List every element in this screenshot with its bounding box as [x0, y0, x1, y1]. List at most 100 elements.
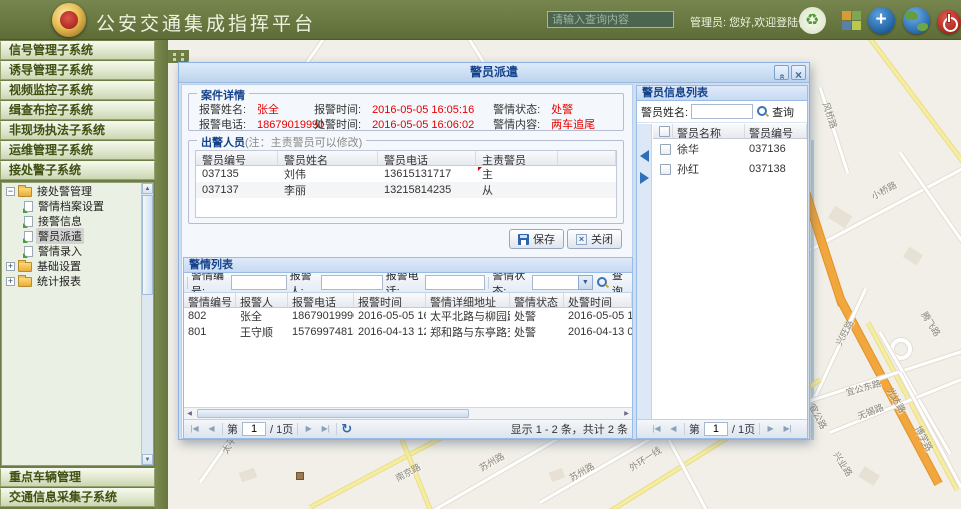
road-label: 腾飞路 [918, 309, 943, 339]
scroll-left-icon[interactable] [184, 409, 195, 419]
caller-name-input[interactable] [321, 275, 383, 290]
save-button[interactable]: 保存 [509, 229, 564, 249]
column-header[interactable]: 报警电话 [288, 293, 354, 307]
close-x-icon [576, 234, 587, 245]
table-row[interactable]: 徐华 037136 [653, 139, 807, 159]
search-icon[interactable] [756, 105, 769, 118]
scroll-down-icon[interactable] [142, 454, 153, 465]
collapse-node-icon[interactable] [6, 187, 15, 196]
refresh-button[interactable] [797, 5, 827, 35]
scroll-up-icon[interactable] [142, 183, 153, 194]
transfer-left-arrow-icon[interactable] [640, 150, 649, 162]
column-header[interactable]: 主责警员 [476, 151, 558, 165]
sidebar-item-operations[interactable]: 运维管理子系统 [0, 141, 155, 160]
scroll-right-icon[interactable] [621, 409, 632, 419]
power-icon [937, 10, 961, 34]
column-header[interactable]: 警员名称 [673, 124, 745, 138]
alert-id-input[interactable] [231, 275, 287, 290]
query-button[interactable]: 查询 [612, 273, 629, 293]
road-label: 风桥路 [820, 100, 841, 130]
column-header-filler [558, 151, 616, 165]
police-badge-icon [52, 3, 86, 37]
alert-status-value[interactable] [532, 275, 578, 290]
close-button[interactable]: 关闭 [567, 229, 622, 249]
logout-button[interactable] [934, 7, 961, 37]
column-header[interactable]: 报警人 [236, 293, 288, 307]
select-all-checkbox[interactable] [659, 126, 670, 137]
caller-phone-input[interactable] [425, 275, 485, 290]
modules-button[interactable] [836, 5, 866, 35]
tree-scrollbar[interactable] [141, 183, 153, 465]
global-search-input[interactable] [547, 11, 674, 28]
refresh-icon[interactable] [341, 422, 352, 436]
expand-node-icon[interactable] [6, 262, 15, 271]
first-page-button[interactable] [650, 422, 663, 436]
last-page-button[interactable] [781, 422, 794, 436]
column-header[interactable]: 警员编号 [196, 151, 278, 165]
expand-node-icon[interactable] [6, 277, 15, 286]
column-header[interactable]: 警情详细地址 [426, 293, 510, 307]
alert-status-select[interactable] [532, 275, 593, 290]
add-button[interactable] [866, 5, 896, 35]
chevron-down-icon[interactable] [578, 275, 593, 290]
field-value: 18679019990 [257, 119, 311, 131]
folder-icon [18, 187, 32, 197]
scrollbar-thumb[interactable] [142, 195, 153, 295]
tree-node-dispatch-mgmt[interactable]: 接处警管理 [2, 184, 137, 198]
sidebar-item-video[interactable]: 视频监控子系统 [0, 81, 155, 100]
paging-separator [222, 423, 223, 435]
column-header[interactable]: 警员电话 [378, 151, 476, 165]
row-checkbox[interactable] [660, 164, 671, 175]
column-header-sorted[interactable]: 警情编号 [184, 293, 236, 307]
sidebar-splitter[interactable] [155, 40, 168, 509]
column-header[interactable]: 警情状态 [510, 293, 564, 307]
cell-modified[interactable]: 主 [476, 166, 558, 182]
column-header[interactable]: 警员姓名 [278, 151, 378, 165]
tree-node-alert-archive[interactable]: 警情档案设置 [2, 199, 137, 213]
table-row[interactable]: 037135 刘伟 13615131717 主 [196, 166, 616, 182]
field-label: 警情状态: [493, 101, 551, 117]
sidebar-item-dispatch[interactable]: 接处警子系统 [0, 161, 155, 180]
sidebar-item-guidance[interactable]: 诱导管理子系统 [0, 61, 155, 80]
tree-node-officer-dispatch[interactable]: 警员派遣 [2, 229, 137, 243]
search-icon[interactable] [596, 276, 609, 289]
horizontal-scrollbar[interactable] [184, 407, 632, 419]
column-header[interactable]: 警员编号 [745, 124, 807, 138]
next-page-button[interactable] [302, 422, 315, 436]
officer-name-input[interactable] [691, 104, 753, 119]
column-header[interactable]: 处警时间 [564, 293, 632, 307]
tree-node-alert-entry[interactable]: 警情录入 [2, 244, 137, 258]
tree-node-statistics[interactable]: 统计报表 [2, 274, 137, 288]
table-row[interactable]: 802 张全 18679019990 2016-05-05 16:... 太平北… [184, 308, 632, 324]
sidebar-item-traffic-collection[interactable]: 交通信息采集子系统 [0, 488, 155, 507]
sidebar-item-key-vehicles[interactable]: 重点车辆管理 [0, 468, 155, 487]
last-page-button[interactable] [319, 422, 332, 436]
prev-page-button[interactable] [667, 422, 680, 436]
page-icon [24, 216, 33, 227]
transfer-right-arrow-icon[interactable] [640, 172, 649, 184]
sidebar-item-offsite-enforcement[interactable]: 非现场执法子系统 [0, 121, 155, 140]
table-row[interactable]: 801 王守顺 15769974813 2016-04-13 12:... 郑和… [184, 324, 632, 340]
table-row[interactable]: 孙红 037138 [653, 159, 807, 179]
column-header[interactable]: 报警时间 [354, 293, 426, 307]
tree-node-basic-settings[interactable]: 基础设置 [2, 259, 137, 273]
window-collapse-button[interactable] [774, 65, 789, 80]
page-number-input[interactable] [704, 422, 728, 436]
map-mode-button[interactable] [901, 5, 931, 35]
window-titlebar[interactable]: 警员派遣 [179, 63, 809, 83]
page-number-input[interactable] [242, 422, 266, 436]
window-close-button[interactable] [791, 65, 806, 80]
sidebar-item-signal[interactable]: 信号管理子系统 [0, 41, 155, 60]
tree-node-alert-info[interactable]: 接警信息 [2, 214, 137, 228]
paging-separator [759, 423, 760, 435]
query-button[interactable]: 查询 [772, 104, 794, 120]
sidebar-item-investigation[interactable]: 缉查布控子系统 [0, 101, 155, 120]
page-prefix: 第 [689, 421, 700, 437]
prev-page-button[interactable] [205, 422, 218, 436]
row-checkbox[interactable] [660, 144, 671, 155]
table-row[interactable]: 037137 李丽 13215814235 从 [196, 182, 616, 198]
scrollbar-thumb[interactable] [197, 409, 469, 418]
next-page-button[interactable] [764, 422, 777, 436]
first-page-button[interactable] [188, 422, 201, 436]
cell[interactable]: 从 [476, 182, 558, 198]
